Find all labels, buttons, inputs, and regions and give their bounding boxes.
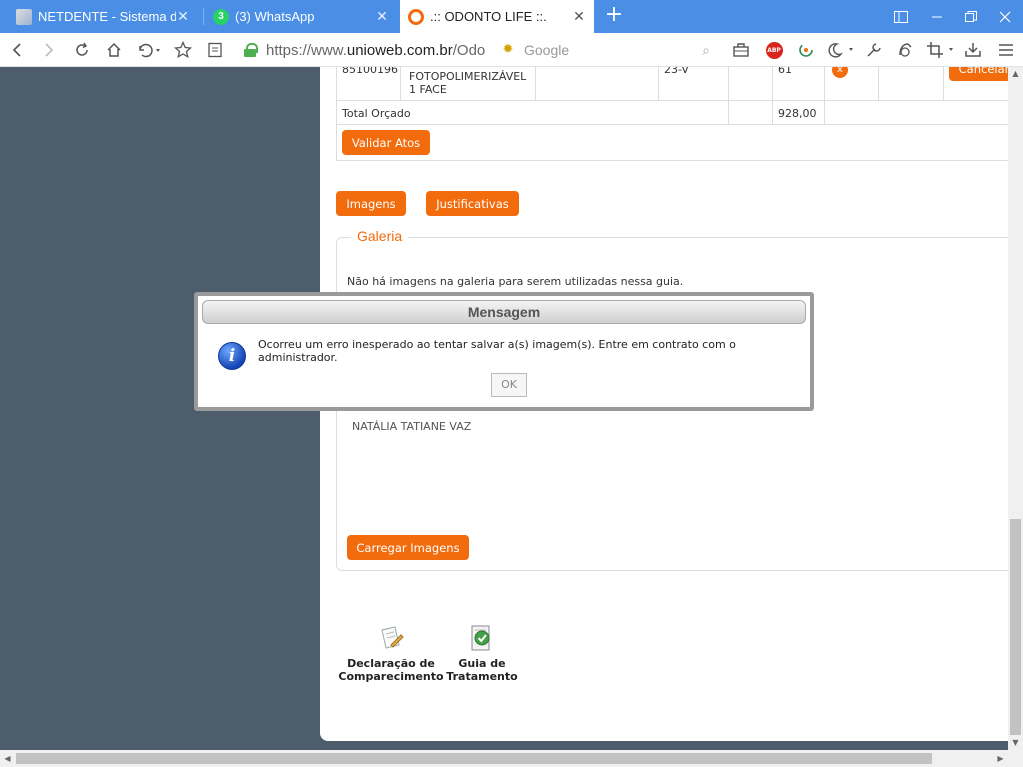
url-path: /Odo — [452, 41, 486, 59]
url-prefix: https://www. — [266, 41, 347, 59]
scroll-down-icon[interactable]: ▼ — [1008, 736, 1023, 750]
new-tab-button[interactable]: + — [602, 4, 626, 28]
tab-odonto-life[interactable]: .:: ODONTO LIFE ::. ✕ — [400, 0, 594, 33]
close-tab-icon[interactable]: ✕ — [572, 8, 586, 25]
vertical-scrollbar[interactable]: ▲ ▼ — [1008, 67, 1023, 750]
procedure-description-line: 1 FACE — [409, 83, 447, 96]
tab-netdente[interactable]: NETDENTE - Sistema de ✕ — [8, 0, 198, 33]
close-tab-icon[interactable]: ✕ — [176, 8, 190, 25]
search-input[interactable]: Google ⌕ — [520, 39, 710, 61]
upload-images-button[interactable]: Carregar Imagens — [347, 535, 469, 560]
odonto-life-icon — [408, 8, 424, 25]
scroll-left-icon[interactable]: ◀ — [0, 750, 15, 767]
images-button[interactable]: Imagens — [336, 191, 406, 216]
gallery-empty-message: Não há imagens na galeria para serem uti… — [347, 275, 684, 288]
attendance-declaration-link[interactable]: Declaração de Comparecimento — [338, 657, 444, 683]
total-value: 928,00 — [778, 107, 817, 120]
navigation-toolbar: https://www. unioweb.com.br/Odo ✹ Google … — [0, 33, 1023, 67]
link-label-line: Guia de — [458, 657, 506, 670]
link-label-line: Declaração de — [347, 657, 435, 670]
close-tab-icon[interactable]: ✕ — [375, 8, 389, 25]
forward-icon[interactable] — [38, 39, 60, 61]
tab-title: NETDENTE - Sistema de — [38, 9, 176, 24]
procedure-value: 61 — [778, 67, 792, 76]
sync-icon[interactable] — [794, 39, 818, 61]
undo-close-tab-icon[interactable] — [135, 39, 163, 61]
treatment-guide-link[interactable]: Guia de Tratamento — [445, 657, 519, 683]
tab-title: (3) WhatsApp — [235, 9, 315, 24]
vertical-scroll-thumb[interactable] — [1010, 519, 1021, 735]
address-bar[interactable]: https://www. unioweb.com.br/Odo — [244, 39, 514, 61]
horizontal-scroll-thumb[interactable] — [16, 753, 932, 764]
url-host: unioweb.com.br — [346, 41, 453, 59]
extensions-icon[interactable] — [862, 39, 886, 61]
document-check-icon[interactable] — [469, 624, 495, 652]
search-placeholder: Google — [524, 42, 570, 58]
back-icon[interactable] — [6, 39, 28, 61]
scroll-up-icon[interactable]: ▲ — [1008, 67, 1023, 81]
validate-acts-button[interactable]: Validar Atos — [342, 130, 430, 155]
tab-bar: NETDENTE - Sistema de ✕ 3 (3) WhatsApp ✕… — [0, 0, 1023, 33]
close-window-button[interactable] — [988, 0, 1022, 33]
procedure-code: 85100196 — [342, 67, 398, 76]
minimize-button[interactable] — [920, 0, 954, 33]
menu-icon[interactable] — [994, 39, 1018, 61]
restore-button[interactable] — [954, 0, 988, 33]
gallery-legend: Galeria — [351, 228, 409, 244]
cancel-procedure-button[interactable]: Cancelar — [949, 67, 1008, 81]
search-icon[interactable]: ⌕ — [702, 42, 710, 59]
patient-name: NATÁLIA TATIANE VAZ — [352, 420, 472, 433]
home-icon[interactable] — [103, 39, 125, 61]
dialog-message: Ocorreu um erro inesperado ao tentar sal… — [258, 338, 736, 364]
whatsapp-icon: 3 — [213, 8, 229, 25]
mouse-gesture-icon[interactable] — [893, 39, 917, 61]
total-label: Total Orçado — [342, 107, 411, 120]
tab-title: .:: ODONTO LIFE ::. — [430, 9, 547, 24]
dialog-title: Mensagem — [202, 300, 806, 324]
horizontal-scrollbar[interactable]: ◀ ▶ — [0, 750, 1023, 767]
info-icon: i — [218, 342, 246, 370]
reading-list-icon[interactable] — [204, 39, 226, 61]
ok-button[interactable]: OK — [491, 373, 527, 397]
download-icon[interactable] — [961, 39, 985, 61]
procedure-description-line: FOTOPOLIMERIZÁVEL — [409, 70, 527, 83]
toolbox-icon[interactable] — [729, 39, 753, 61]
justifications-button[interactable]: Justificativas — [426, 191, 519, 216]
tab-whatsapp[interactable]: 3 (3) WhatsApp ✕ — [205, 0, 397, 33]
link-label-line: Comparecimento — [338, 670, 444, 683]
favorite-star-icon[interactable] — [172, 39, 194, 61]
reload-icon[interactable] — [71, 39, 93, 61]
page-icon — [16, 8, 32, 25]
night-mode-icon[interactable] — [824, 39, 856, 61]
message-dialog: Mensagem i Ocorreu um erro inesperado ao… — [194, 292, 814, 411]
link-label-line: Tratamento — [446, 670, 518, 683]
screenshot-crop-icon[interactable] — [924, 39, 958, 61]
search-engine-icon[interactable]: ✹ — [500, 42, 516, 58]
secure-lock-icon — [244, 43, 258, 57]
adblock-icon[interactable]: ABP — [762, 39, 786, 61]
document-pencil-icon[interactable] — [378, 625, 404, 651]
procedure-tooth: 23-V — [664, 67, 689, 76]
sidebar-toggle-icon[interactable] — [884, 0, 918, 33]
scroll-right-icon[interactable]: ▶ — [993, 750, 1008, 767]
